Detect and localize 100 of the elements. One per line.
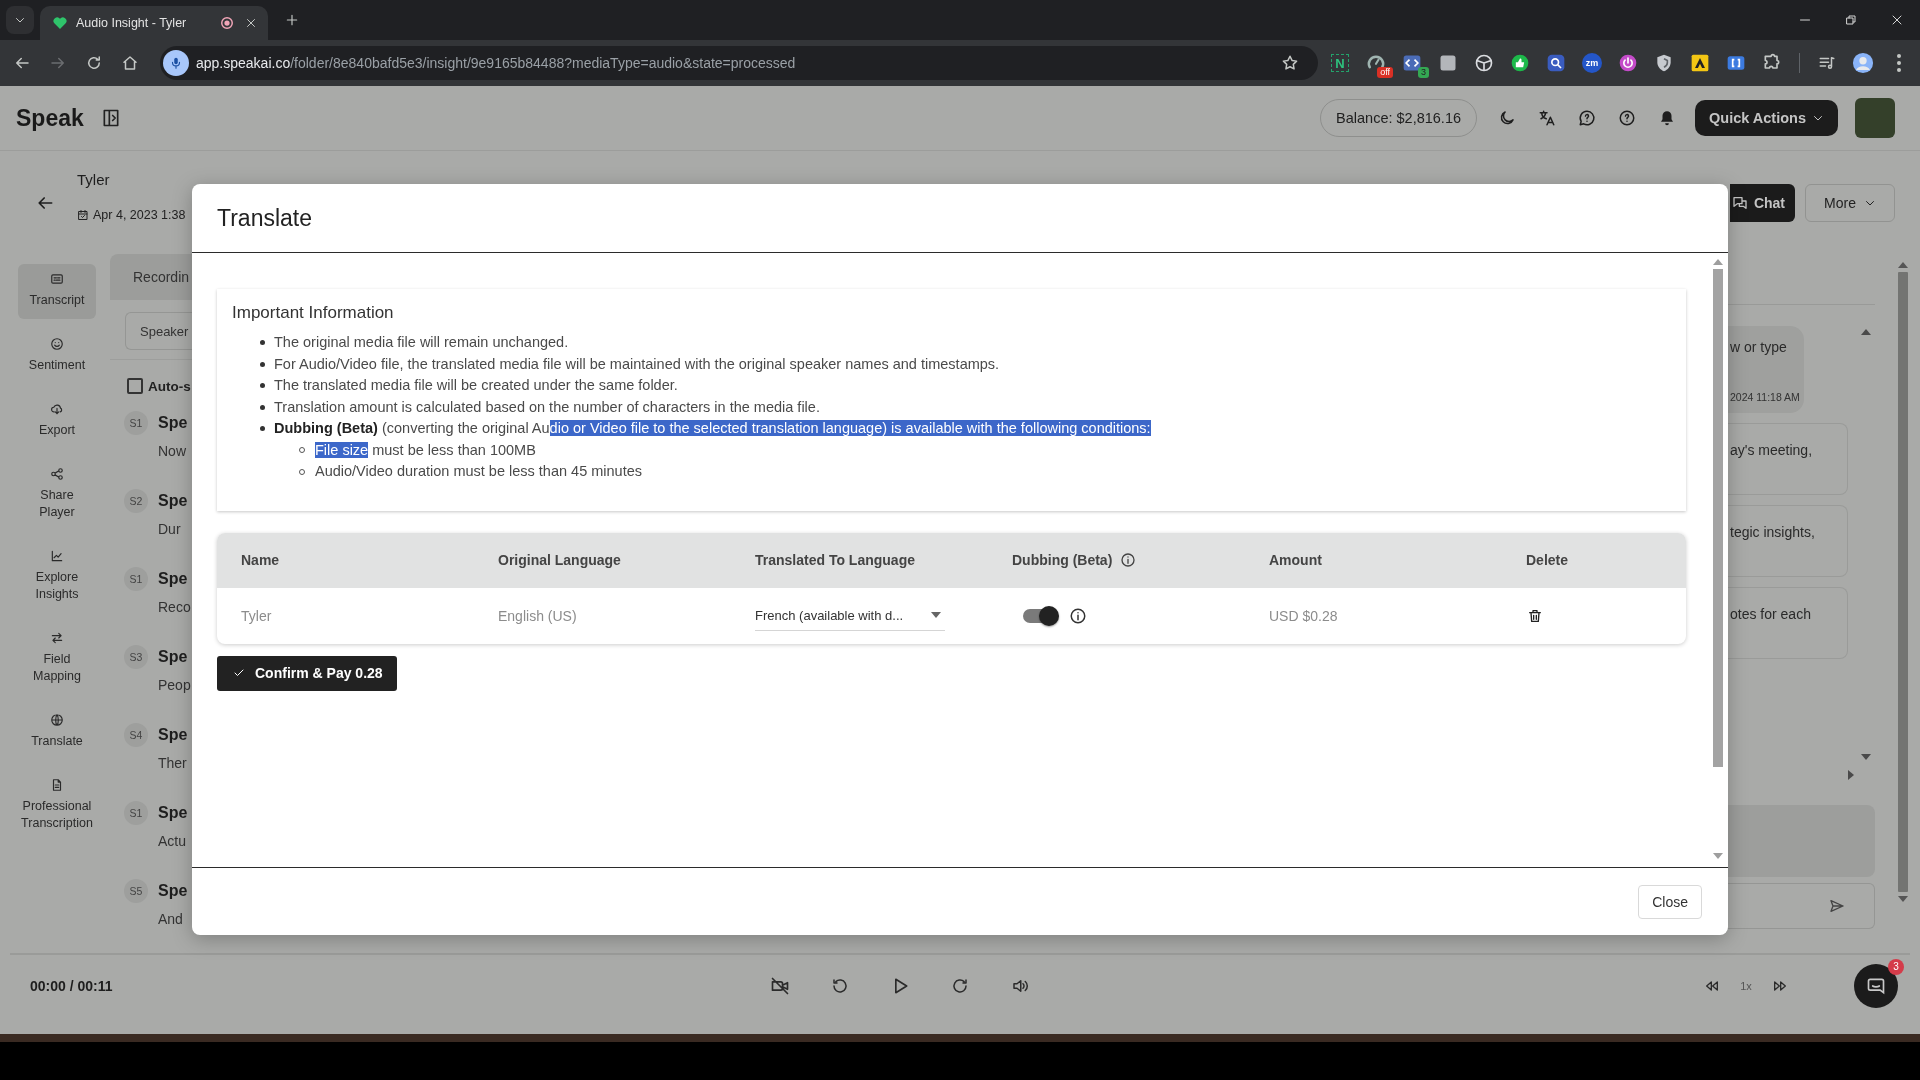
- caret-right-icon: [1848, 770, 1854, 780]
- recording-icon: [220, 16, 234, 30]
- column-header: Name: [241, 552, 280, 568]
- speaker-tag: S1: [124, 567, 148, 591]
- globe-icon: [50, 713, 64, 727]
- replay-icon: [831, 976, 849, 995]
- app-logo: Speak: [16, 104, 84, 132]
- column-header: Original Language: [498, 552, 621, 568]
- bullet-icon: [260, 383, 265, 389]
- share-icon: [50, 467, 64, 481]
- info-text: The translated media file will be created under the same folder.: [274, 376, 678, 395]
- trash-icon: [1527, 607, 1543, 624]
- playback-speed-button[interactable]: 1x: [1732, 970, 1760, 1001]
- extension-button[interactable]: 3: [1394, 45, 1430, 81]
- redo-icon: [951, 976, 969, 995]
- more-button[interactable]: More: [1805, 184, 1895, 222]
- extension-badge: 3: [1418, 67, 1429, 78]
- cloud-download-icon: [50, 402, 64, 416]
- speaker-tag: S1: [124, 411, 148, 435]
- thumbs-up-icon: [1510, 53, 1530, 73]
- reload-icon: [85, 54, 103, 72]
- nav-item[interactable]: Transcript: [18, 264, 96, 319]
- quick-actions-button[interactable]: Quick Actions: [1695, 100, 1838, 136]
- column-header: Translated To Language: [755, 552, 915, 568]
- name-text: Tyler: [241, 607, 272, 624]
- heart-icon: [52, 15, 68, 31]
- segment-text: Peop: [158, 676, 191, 695]
- code-tile-icon: [1402, 53, 1422, 73]
- calendar-icon: [77, 209, 89, 221]
- recording-tab[interactable]: Recordin: [110, 254, 192, 300]
- extension-button[interactable]: off: [1358, 45, 1394, 81]
- send-icon: [1829, 898, 1845, 914]
- auto-scroll-checkbox[interactable]: [127, 378, 143, 394]
- caret-down-icon: [1861, 754, 1871, 760]
- nav-item[interactable]: Export: [18, 394, 96, 449]
- address-bar[interactable]: app.speakai.co/folder/8e840bafd5e3/insight/9e9165b84488?mediaType=audio&state=processed: [160, 46, 1318, 80]
- language-select[interactable]: French (available with d...: [755, 600, 945, 631]
- info-text: For Audio/Video file, the translated media file will be maintained with the original speaker names and timestamps.: [274, 354, 1000, 374]
- column-header: Delete: [1526, 552, 1569, 568]
- dubbing-toggle[interactable]: [1021, 604, 1059, 627]
- chat-question-icon: [1578, 109, 1597, 127]
- segment-text: Actu: [158, 832, 187, 851]
- caret-up-icon: [1713, 259, 1723, 265]
- speaker-name: Spe: [158, 414, 188, 432]
- speaker-tag: S1: [124, 801, 148, 825]
- date-text: Apr 4, 2023 1:38: [93, 207, 186, 223]
- close-icon: [245, 17, 257, 29]
- speaker-tag: S2: [124, 489, 148, 513]
- bullet-icon: [260, 426, 265, 432]
- star-icon: [1281, 54, 1299, 72]
- speaker-name: Spe: [158, 882, 188, 900]
- smiley-icon: [50, 337, 64, 351]
- close-icon: [1891, 14, 1903, 26]
- nav-item[interactable]: Explore Insights: [18, 541, 96, 613]
- browser-tab[interactable]: Audio Insight - Tyler: [40, 6, 268, 40]
- extension-button[interactable]: N: [1331, 54, 1349, 72]
- url-text: app.speakai.co/folder/8e840bafd5e3/insight/9e9165b84488?mediaType=audio&state=processed: [196, 55, 796, 71]
- translate-icon: [1538, 109, 1557, 127]
- more-vertical-icon: [1897, 54, 1901, 72]
- nav-item[interactable]: Translate: [18, 705, 96, 760]
- nav-item[interactable]: Share Player: [18, 459, 96, 531]
- speaker-name: Spe: [158, 492, 188, 510]
- caret-down-icon: [1898, 896, 1908, 902]
- nav-item[interactable]: Field Mapping: [18, 623, 96, 695]
- extension-button[interactable]: zm: [1582, 53, 1602, 73]
- document-icon: [50, 778, 64, 792]
- subtitles-icon: [50, 272, 64, 286]
- close-button[interactable]: Close: [1638, 884, 1702, 919]
- unread-count: 3: [1888, 958, 1904, 975]
- bookmark-button[interactable]: [1281, 54, 1299, 72]
- playlist-icon: [1818, 54, 1836, 72]
- info-text: The original media file will remain unchanged.: [274, 333, 569, 352]
- nav-item[interactable]: Professional Transcription: [18, 770, 96, 842]
- confirm-pay-button[interactable]: Confirm & Pay 0.28: [217, 655, 397, 691]
- message-text: w or type: [1730, 338, 1788, 356]
- playback-time: 00:00 / 00:11: [30, 977, 113, 994]
- segment-text: Dur: [158, 520, 182, 539]
- dialog-title: Translate: [217, 204, 313, 232]
- nav-item[interactable]: Sentiment: [18, 329, 96, 384]
- speaker-name: Spe: [158, 570, 188, 588]
- caret-up-icon: [1898, 262, 1908, 268]
- swap-arrows-icon: [50, 631, 64, 645]
- help-icon: [1618, 109, 1637, 127]
- info-heading: Important Information: [232, 303, 395, 323]
- info-icon: [1120, 552, 1137, 568]
- segment-text: Reco: [158, 598, 191, 617]
- segment-text: And: [158, 910, 184, 929]
- home-icon: [121, 54, 139, 72]
- message-time: 2024 11:18 AM: [1730, 390, 1801, 405]
- column-header: Dubbing (Beta): [1012, 552, 1113, 568]
- video-off-icon: [770, 975, 790, 996]
- chat-launcher-button[interactable]: [1854, 963, 1898, 1008]
- speaker-name: Spe: [158, 726, 188, 744]
- info-icon: [1069, 606, 1087, 625]
- voice-search-button[interactable]: [163, 50, 189, 76]
- wheel-icon: [1474, 53, 1494, 73]
- speaker-name: Spe: [158, 804, 188, 822]
- speaker-name: Spe: [158, 648, 188, 666]
- page-title: Tyler: [77, 170, 111, 190]
- chat-button[interactable]: Chat: [1729, 184, 1795, 222]
